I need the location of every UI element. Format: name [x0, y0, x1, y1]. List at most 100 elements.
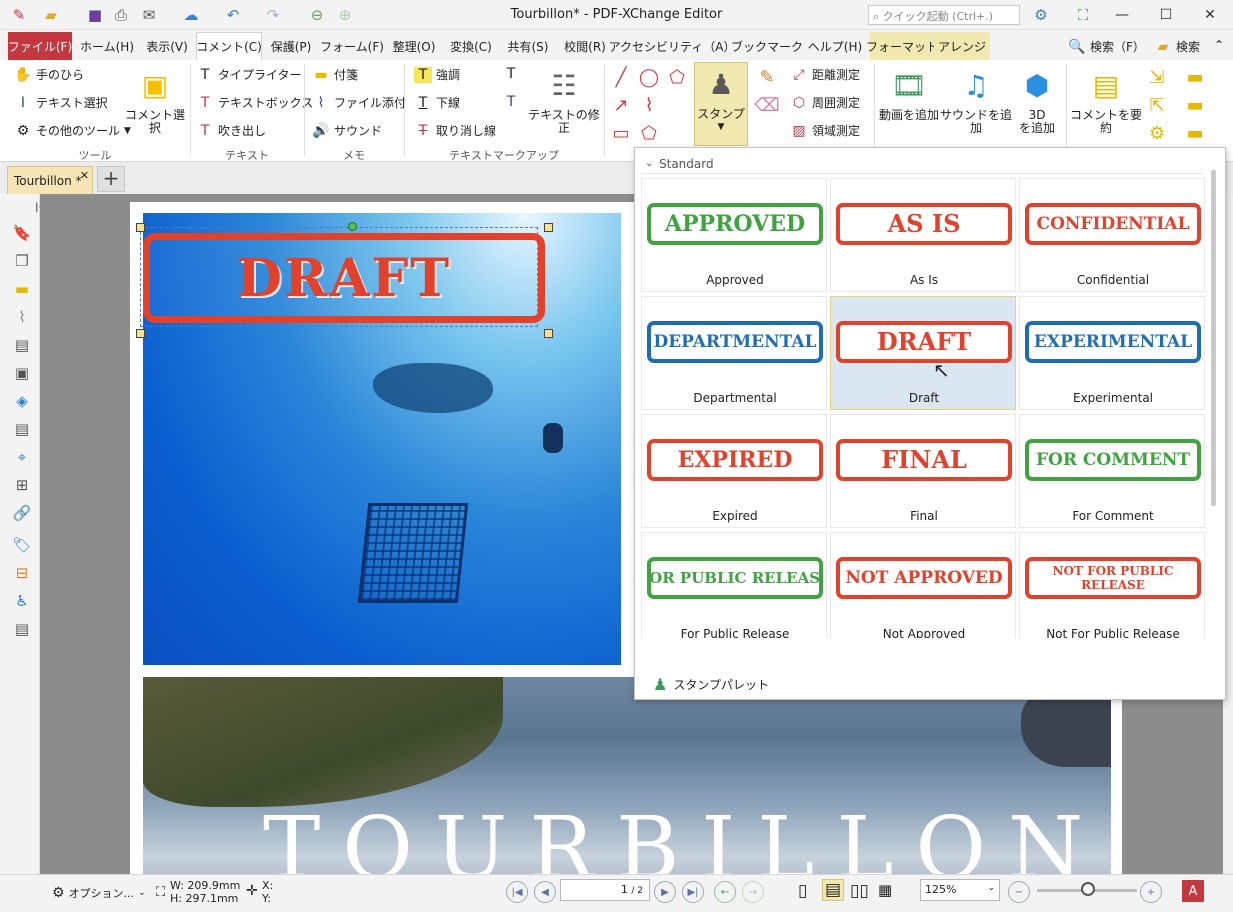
- sound-button[interactable]: 🔊 サウンド: [312, 122, 382, 139]
- stamp-item-expired[interactable]: EXPIRED Expired: [641, 414, 827, 528]
- new-tab-button[interactable]: +: [97, 166, 125, 192]
- stamp-item-for-public-release[interactable]: FOR PUBLIC RELEASE For Public Release: [641, 532, 827, 638]
- zoom-out-button[interactable]: −: [1008, 881, 1030, 903]
- stamp-item-as-is[interactable]: AS IS As Is: [830, 178, 1016, 292]
- first-page-button[interactable]: |◀: [506, 881, 528, 903]
- zoom-in-button[interactable]: +: [1140, 881, 1162, 903]
- stamp-button[interactable]: ♟ スタンプ ▼: [694, 62, 748, 146]
- forward-icon[interactable]: ⊕: [334, 4, 356, 26]
- line-icon[interactable]: ╱: [610, 66, 632, 88]
- stamp-item-approved[interactable]: APPROVED Approved: [641, 178, 827, 292]
- text-select-button[interactable]: Ⅰ テキスト選択: [14, 94, 108, 111]
- comment-show-icon[interactable]: ▬: [1184, 94, 1206, 116]
- signature-icon[interactable]: ▣: [11, 362, 33, 384]
- pentagon-icon[interactable]: ⬠: [638, 122, 660, 144]
- facing-page-icon[interactable]: ▯▯: [850, 881, 869, 901]
- polygon-icon[interactable]: ⬠: [666, 66, 688, 88]
- options-button[interactable]: ⚙ オプション... ⌄: [52, 885, 146, 901]
- strikeout-button[interactable]: T 取り消し線: [414, 122, 496, 139]
- polyline-icon[interactable]: ⌇: [638, 94, 660, 116]
- comments-icon[interactable]: ▬: [11, 278, 33, 300]
- print-icon[interactable]: ⎙: [110, 4, 132, 26]
- last-page-button[interactable]: ▶|: [682, 881, 704, 903]
- open-folder-icon[interactable]: ▰: [40, 4, 62, 26]
- maximize-button[interactable]: ☐: [1144, 0, 1188, 30]
- fullscreen-icon[interactable]: ⛶: [1072, 4, 1094, 26]
- add-sound-button[interactable]: ♫ サウンドを追加: [940, 64, 1012, 135]
- callout-button[interactable]: T 吹き出し: [196, 122, 266, 139]
- continuous-page-icon[interactable]: ▤: [822, 879, 845, 901]
- comment-settings-icon[interactable]: ⚙: [1146, 122, 1168, 144]
- stamp-item-for-comment[interactable]: FOR COMMENT For Comment: [1019, 414, 1205, 528]
- sticky-note-button[interactable]: ▬ 付箋: [312, 66, 358, 83]
- tab-home[interactable]: ホーム(H): [78, 32, 136, 60]
- zoom-select[interactable]: 125% ⌄: [920, 879, 1000, 901]
- panel-scrollbar[interactable]: [1209, 156, 1219, 666]
- stamp-item-not-approved[interactable]: NOT APPROVED Not Approved: [830, 532, 1016, 638]
- rectangle-icon[interactable]: ▭: [610, 122, 632, 144]
- document-tab[interactable]: Tourbillon * ✕: [7, 166, 93, 194]
- import-comments-icon[interactable]: ⇲: [1146, 66, 1168, 88]
- comment-select-button[interactable]: ▣ コメント選択: [124, 64, 186, 135]
- bookmark-icon[interactable]: 🔖: [11, 222, 33, 244]
- squiggly-button[interactable]: T: [502, 66, 520, 82]
- tab-share[interactable]: 共有(S): [502, 32, 554, 60]
- placed-draft-stamp[interactable]: DRAFT: [136, 222, 553, 338]
- tab-format[interactable]: フォーマット: [866, 32, 938, 60]
- layers-icon[interactable]: ◈: [11, 390, 33, 412]
- resize-handle[interactable]: [136, 329, 145, 338]
- undo-icon[interactable]: ↶: [222, 4, 244, 26]
- add-video-button[interactable]: 🎞 動画を追加: [878, 64, 940, 122]
- location-icon[interactable]: ⌖: [11, 446, 33, 468]
- close-button[interactable]: ✕: [1188, 0, 1232, 30]
- area-measure-button[interactable]: ▨ 領域測定: [790, 122, 860, 139]
- back-icon[interactable]: ⊖: [306, 4, 328, 26]
- structure-icon[interactable]: ⊞: [11, 474, 33, 496]
- tab-convert[interactable]: 変換(C): [444, 32, 498, 60]
- zoom-slider-thumb[interactable]: [1081, 882, 1095, 896]
- content-icon[interactable]: ▤: [11, 418, 33, 440]
- ellipse-icon[interactable]: ◯: [638, 66, 660, 88]
- collapse-ribbon-icon[interactable]: ⌃: [1214, 38, 1224, 52]
- tab-organize[interactable]: 整理(O): [388, 32, 440, 60]
- highlight-button[interactable]: T 強調: [414, 66, 460, 83]
- pages-icon[interactable]: ❐: [11, 250, 33, 272]
- eraser-icon[interactable]: ⌫: [754, 94, 779, 116]
- app-icon[interactable]: ✎: [8, 4, 30, 26]
- prev-page-button[interactable]: ◀: [534, 881, 556, 903]
- hand-tool-button[interactable]: ✋ 手のひら: [14, 66, 84, 83]
- forward-view-button[interactable]: →: [742, 881, 764, 903]
- rotation-handle[interactable]: [348, 222, 357, 231]
- close-icon[interactable]: ✕: [80, 169, 89, 182]
- resize-handle[interactable]: [544, 329, 553, 338]
- document-icon[interactable]: ▤: [11, 334, 33, 356]
- tab-accessibility[interactable]: アクセシビリティ（A）: [609, 32, 736, 60]
- search-button[interactable]: ▰ 検索: [1154, 38, 1200, 55]
- section-header-standard[interactable]: ⌄ Standard: [641, 154, 1203, 174]
- textbox-button[interactable]: T テキストボックス: [196, 94, 314, 111]
- add-3d-button[interactable]: ⬢ 3D を追加: [1014, 64, 1060, 135]
- file-attach-button[interactable]: ⌇ ファイル添付: [312, 94, 406, 111]
- minimize-button[interactable]: —: [1100, 0, 1144, 30]
- text-fix-button[interactable]: ☷ テキストの修正: [528, 64, 600, 135]
- stamp-item-not-for-public-release[interactable]: NOT FOR PUBLIC RELEASE Not For Public Rel…: [1019, 532, 1205, 638]
- perimeter-measure-button[interactable]: ⬡ 周囲測定: [790, 94, 860, 111]
- facing-continuous-icon[interactable]: ▦: [878, 881, 892, 899]
- tab-arrange[interactable]: アレンジ: [934, 32, 990, 60]
- find-button[interactable]: 🔍 検索（F）: [1068, 38, 1145, 55]
- redo-icon[interactable]: ↷: [262, 4, 284, 26]
- stamp-item-experimental[interactable]: EXPERIMENTAL Experimental: [1019, 296, 1205, 410]
- comment-list-icon[interactable]: ▬: [1184, 66, 1206, 88]
- export-comments-icon[interactable]: ⇱: [1146, 94, 1168, 116]
- replace-text-button[interactable]: T: [502, 94, 520, 110]
- single-page-icon[interactable]: ▯: [798, 881, 807, 901]
- tab-help[interactable]: ヘルプ(H): [804, 32, 866, 60]
- tab-review[interactable]: 校閲(R): [558, 32, 612, 60]
- typewriter-button[interactable]: T タイプライター: [196, 66, 302, 83]
- underline-button[interactable]: T 下線: [414, 94, 460, 111]
- reading-order-icon[interactable]: ▤: [11, 618, 33, 640]
- scroll-thumb[interactable]: [1211, 170, 1216, 506]
- stamp-item-departmental[interactable]: DEPARTMENTAL Departmental: [641, 296, 827, 410]
- stamp-palette-button[interactable]: ♟ スタンプパレット: [653, 675, 769, 694]
- settings-icon[interactable]: ⚙: [1030, 4, 1052, 26]
